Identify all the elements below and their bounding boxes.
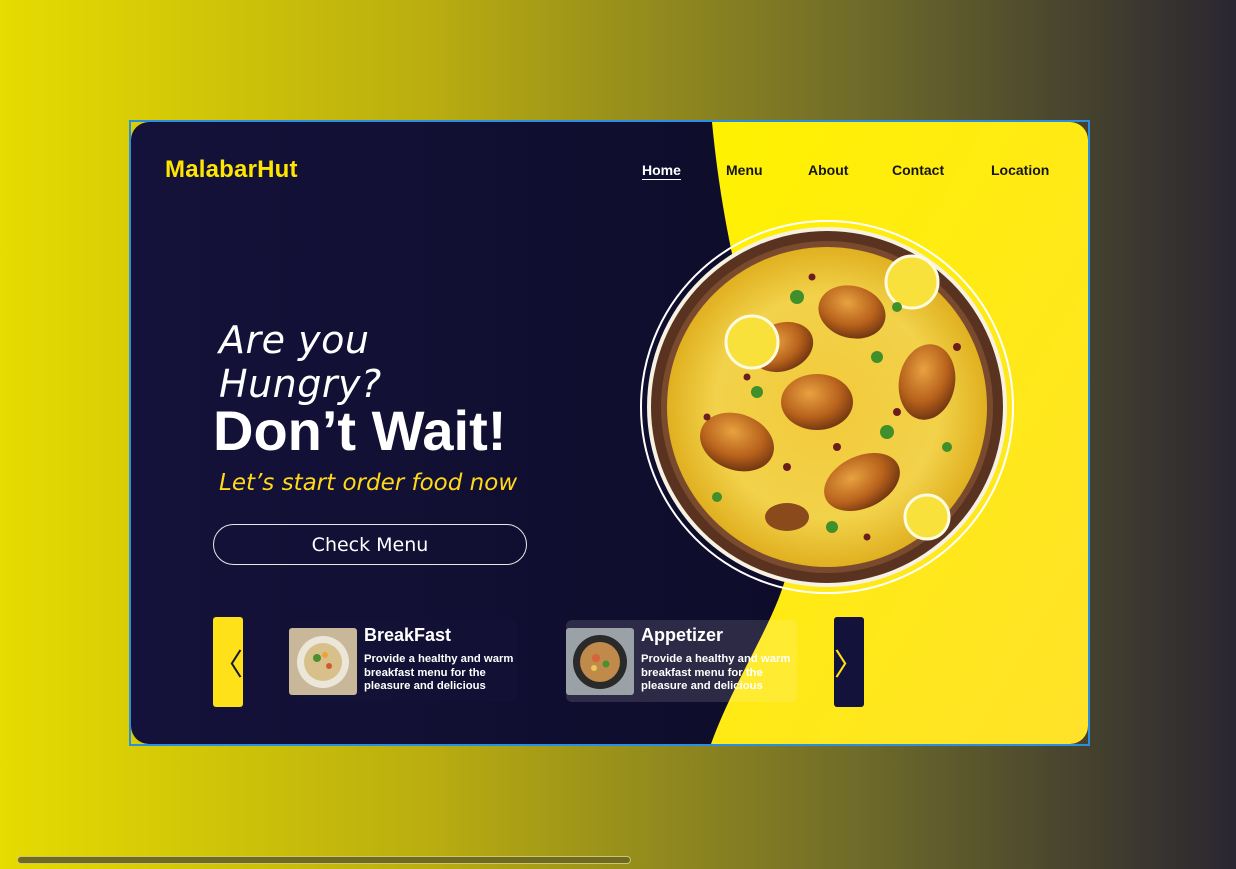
nav-item-menu[interactable]: Menu <box>726 162 763 178</box>
hero-tagline: Let’s start order food now <box>219 470 518 496</box>
nav-item-home[interactable]: Home <box>642 162 681 180</box>
carousel-next-button[interactable]: 〉 <box>834 617 864 707</box>
carousel-prev-button[interactable]: 〈 <box>213 617 243 707</box>
breakfast-thumbnail <box>289 628 357 695</box>
horizontal-scrollbar[interactable] <box>17 856 631 864</box>
chevron-left-icon: 〈 <box>213 648 243 683</box>
menu-card-title: Appetizer <box>641 625 724 645</box>
menu-card-appetizer[interactable]: Appetizer Provide a healthy and warm bre… <box>566 620 797 702</box>
check-menu-button[interactable]: Check Menu <box>213 524 527 565</box>
hero-question: Are you Hungry? <box>219 318 382 406</box>
biryani-dish-image <box>637 217 1017 597</box>
landing-page-card: MalabarHut Home Menu About Contact Locat… <box>131 122 1088 744</box>
nav-item-about[interactable]: About <box>808 162 848 178</box>
nav-item-location[interactable]: Location <box>991 162 1049 178</box>
menu-card-description: Provide a healthy and warm breakfast men… <box>641 653 791 692</box>
menu-card-description: Provide a healthy and warm breakfast men… <box>364 653 514 692</box>
hero-headline: Don’t Wait! <box>213 399 507 462</box>
appetizer-thumbnail <box>566 628 634 695</box>
chevron-right-icon: 〉 <box>834 648 864 683</box>
menu-card-title: BreakFast <box>364 625 452 645</box>
nav-item-contact[interactable]: Contact <box>892 162 944 178</box>
main-nav: Home Menu About Contact Location <box>131 162 1088 186</box>
menu-card-breakfast[interactable]: BreakFast Provide a healthy and warm bre… <box>289 620 517 702</box>
